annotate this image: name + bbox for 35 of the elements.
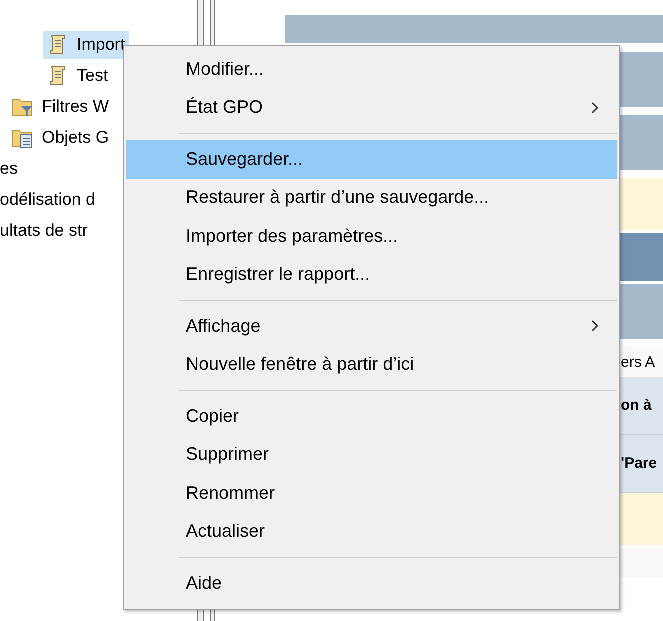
menu-item[interactable]: Importer des paramètres... — [126, 217, 617, 256]
menu-label: Enregistrer le rapport... — [186, 264, 372, 286]
menu-item[interactable]: Copier — [126, 397, 617, 436]
menu-label: Nouvelle fenêtre à partir d’ici — [186, 354, 416, 376]
tree-item[interactable]: Filtres W — [8, 92, 114, 120]
menu-label: Affichage — [186, 316, 262, 337]
menu-label: Supprimer — [186, 444, 270, 466]
menu-item[interactable]: Renommer — [126, 474, 617, 512]
menu-item[interactable]: Enregistrer le rapport... — [126, 256, 617, 294]
tree-item[interactable]: Test — [43, 62, 112, 90]
menu-item[interactable]: Actualiser — [126, 512, 617, 551]
menu-item[interactable]: Nouvelle fenêtre à partir d’ici — [126, 346, 617, 384]
menu-label: Aide — [186, 572, 224, 594]
menu-label: Sauvegarder... — [186, 148, 304, 170]
menu-label: Importer des paramètres... — [186, 226, 400, 247]
row-text: 'Pare — [621, 455, 658, 472]
menu-label: Modifier... — [186, 58, 266, 80]
menu-item[interactable]: État GPO — [126, 88, 617, 127]
menu-label: Copier — [186, 406, 240, 427]
menu-label: Renommer — [186, 482, 276, 504]
tree-item[interactable]: Import — [43, 30, 130, 58]
tree-item[interactable]: odélisation d — [0, 186, 100, 214]
tree-item[interactable]: Objets G — [8, 124, 114, 152]
menu-label: Restaurer à partir d’une sauvegarde... — [186, 187, 490, 208]
menu-item[interactable]: Sauvegarder... — [126, 140, 617, 178]
menu-item[interactable]: Affichage — [126, 307, 617, 346]
tree-item[interactable]: es — [0, 154, 22, 182]
menu-item[interactable]: Restaurer à partir d’une sauvegarde... — [126, 178, 617, 217]
menu-item[interactable]: Supprimer — [126, 436, 617, 474]
menu-label: État GPO — [186, 97, 264, 118]
tree-item[interactable]: ultats de str — [0, 216, 92, 244]
menu-label: Actualiser — [186, 521, 266, 542]
menu-item[interactable]: Aide — [126, 564, 617, 602]
row-text: ers A — [621, 354, 656, 370]
row-text: on à — [621, 397, 652, 414]
